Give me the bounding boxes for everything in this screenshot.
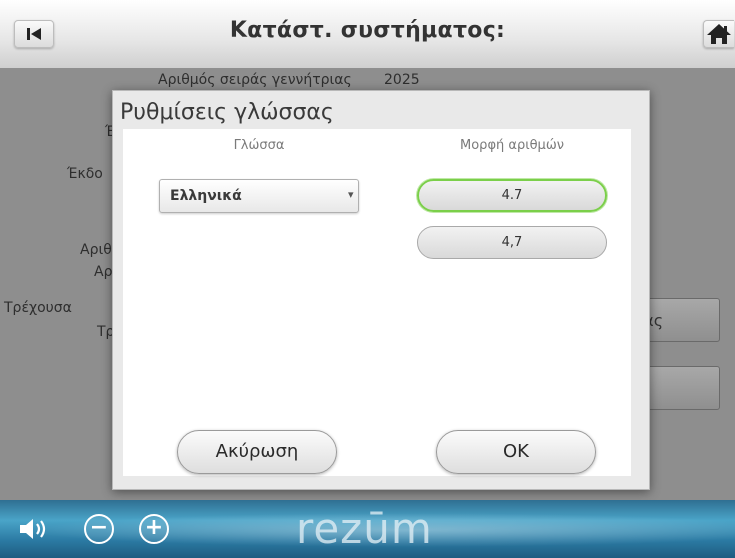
page-title: Κατάστ. συστήματος: [229,18,506,43]
dropdown-caret-icon: ▾ [348,188,354,201]
volume-down-button[interactable]: − [84,514,114,544]
status-label-fragment: Αρ [94,264,113,280]
status-label-fragment: Αριθ [80,242,112,258]
dialog-content: Γλώσσα Μορφή αριθμών Ελληνικά ▾ 4.7 4,7 [123,129,631,476]
cancel-button[interactable]: Ακύρωση [177,430,337,474]
language-select-value: Ελληνικά [170,188,242,204]
generator-serial-value: 2025 [384,72,420,88]
home-button[interactable] [703,20,734,48]
status-label-fragment: Τρέχουσα [4,300,72,316]
speaker-icon[interactable] [18,516,52,542]
ok-button[interactable]: OK [436,430,596,474]
language-settings-dialog: Ρυθμίσεις γλώσσας Γλώσσα Μορφή αριθμών Ε… [112,90,650,490]
number-format-option-comma[interactable]: 4,7 [417,226,607,259]
top-bar: Κατάστ. συστήματος: [0,0,735,68]
generator-serial-label: Αριθμός σειράς γεννήτριας [158,72,352,88]
volume-up-button[interactable]: + [139,514,169,544]
status-label-fragment: Έκδο [67,166,103,182]
rezum-logo: rezūm [296,504,433,553]
footer-bar: − + rezūm [0,500,735,558]
home-icon [707,24,731,44]
dialog-title: Ρυθμίσεις γλώσσας [120,100,334,125]
language-label: Γλώσσα [233,138,285,153]
language-select[interactable]: Ελληνικά ▾ [159,179,359,213]
number-format-option-dot[interactable]: 4.7 [417,179,607,212]
number-format-label: Μορφή αριθμών [460,138,564,153]
